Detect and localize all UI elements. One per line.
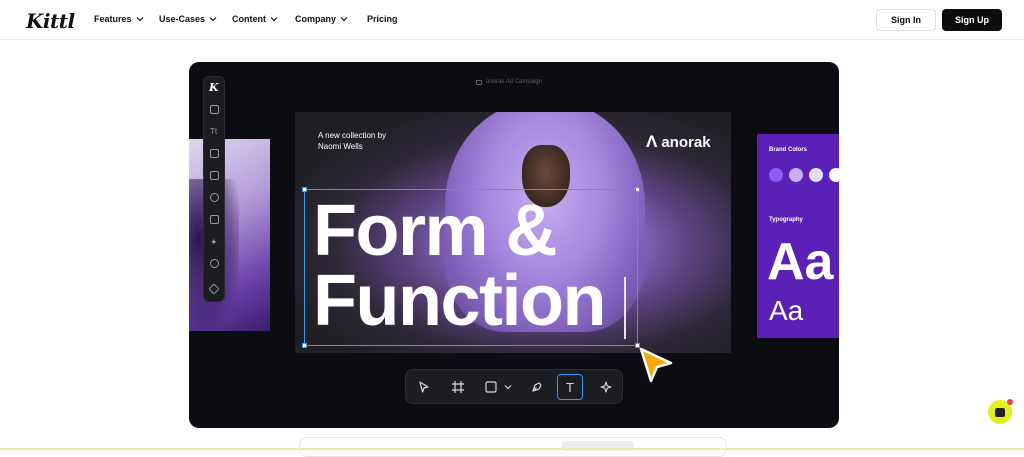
sparkle-icon[interactable]: ✦ bbox=[210, 237, 219, 247]
brand-kit-card: Brand Colors Typography Aa Aa bbox=[757, 134, 839, 338]
nav-content-label: Content bbox=[232, 14, 266, 24]
heart-icon[interactable] bbox=[210, 193, 219, 202]
resize-handle-bottom-left[interactable] bbox=[302, 343, 307, 348]
typography-sample-large: Aa bbox=[767, 233, 834, 291]
chevron-down-icon bbox=[209, 17, 217, 22]
selection-box[interactable] bbox=[302, 187, 640, 348]
editor-preview: anorak Ad Campaign K Tt ✦ A new collecti… bbox=[189, 62, 839, 428]
nav-pricing[interactable]: Pricing bbox=[367, 14, 398, 24]
chat-icon bbox=[995, 407, 1005, 417]
document-icon bbox=[476, 79, 482, 85]
ai-sparkle-icon[interactable] bbox=[597, 378, 615, 396]
layout-icon[interactable] bbox=[210, 105, 219, 114]
typography-sample-small: Aa bbox=[769, 295, 804, 326]
notification-dot bbox=[1007, 399, 1013, 405]
image-icon[interactable] bbox=[210, 171, 219, 180]
chevron-down-icon bbox=[340, 17, 348, 22]
left-image-card bbox=[189, 139, 270, 331]
nav-use-cases[interactable]: Use-Cases bbox=[159, 14, 217, 24]
chevron-down-icon bbox=[136, 17, 143, 22]
anorak-brand: Λ anorak bbox=[646, 132, 711, 152]
nav-company-label: Company bbox=[295, 14, 337, 24]
nav-company[interactable]: Company bbox=[295, 14, 348, 24]
layers-icon[interactable] bbox=[208, 283, 220, 295]
nav-features-label: Features bbox=[94, 14, 132, 24]
chat-bubble-icon[interactable] bbox=[210, 259, 219, 268]
brand-colors-title: Brand Colors bbox=[769, 147, 808, 153]
anorak-logo-icon: Λ bbox=[646, 132, 658, 151]
color-swatch[interactable] bbox=[809, 168, 823, 182]
nav-use-cases-label: Use-Cases bbox=[159, 14, 206, 24]
resize-handle-top-right[interactable] bbox=[635, 187, 640, 192]
pen-icon[interactable] bbox=[528, 378, 546, 396]
kittl-k-logo[interactable]: K bbox=[209, 81, 219, 94]
elements-icon[interactable] bbox=[210, 149, 219, 158]
color-swatch[interactable] bbox=[769, 168, 783, 182]
poster-subtitle-line2: Naomi Wells bbox=[318, 142, 363, 151]
anorak-brand-name: anorak bbox=[661, 133, 711, 151]
text-tool-icon[interactable]: T bbox=[557, 374, 583, 400]
left-toolbar: K Tt ✦ bbox=[203, 76, 225, 302]
typography-title: Typography bbox=[769, 217, 803, 223]
color-swatch[interactable] bbox=[789, 168, 803, 182]
poster-subtitle: A new collection by Naomi Wells bbox=[318, 130, 386, 152]
chevron-down-icon[interactable] bbox=[503, 378, 513, 396]
nav-pricing-label: Pricing bbox=[367, 14, 398, 24]
collaborator-cursor-icon bbox=[639, 347, 673, 383]
bag-icon[interactable] bbox=[210, 215, 219, 224]
document-title-text: anorak Ad Campaign bbox=[486, 79, 543, 85]
nav-features[interactable]: Features bbox=[94, 14, 144, 24]
document-title: anorak Ad Campaign bbox=[476, 79, 542, 85]
bottom-toolbar: T bbox=[405, 369, 623, 404]
rectangle-icon[interactable] bbox=[482, 378, 500, 396]
frame-icon[interactable] bbox=[449, 378, 467, 396]
chevron-down-icon bbox=[270, 17, 278, 22]
sign-in-button[interactable]: Sign In bbox=[876, 9, 936, 31]
resize-handle-top-left[interactable] bbox=[302, 187, 307, 192]
pointer-icon[interactable] bbox=[415, 378, 433, 396]
top-navbar: Kittl Features Use-Cases Content Company… bbox=[0, 0, 1024, 40]
color-swatch[interactable] bbox=[829, 168, 839, 182]
kittl-logo[interactable]: Kittl bbox=[26, 9, 75, 33]
text-icon[interactable]: Tt bbox=[210, 127, 219, 136]
poster-subtitle-line1: A new collection by bbox=[318, 131, 387, 140]
next-section-card bbox=[299, 437, 727, 457]
nav-content[interactable]: Content bbox=[232, 14, 278, 24]
sign-up-button[interactable]: Sign Up bbox=[942, 9, 1002, 31]
